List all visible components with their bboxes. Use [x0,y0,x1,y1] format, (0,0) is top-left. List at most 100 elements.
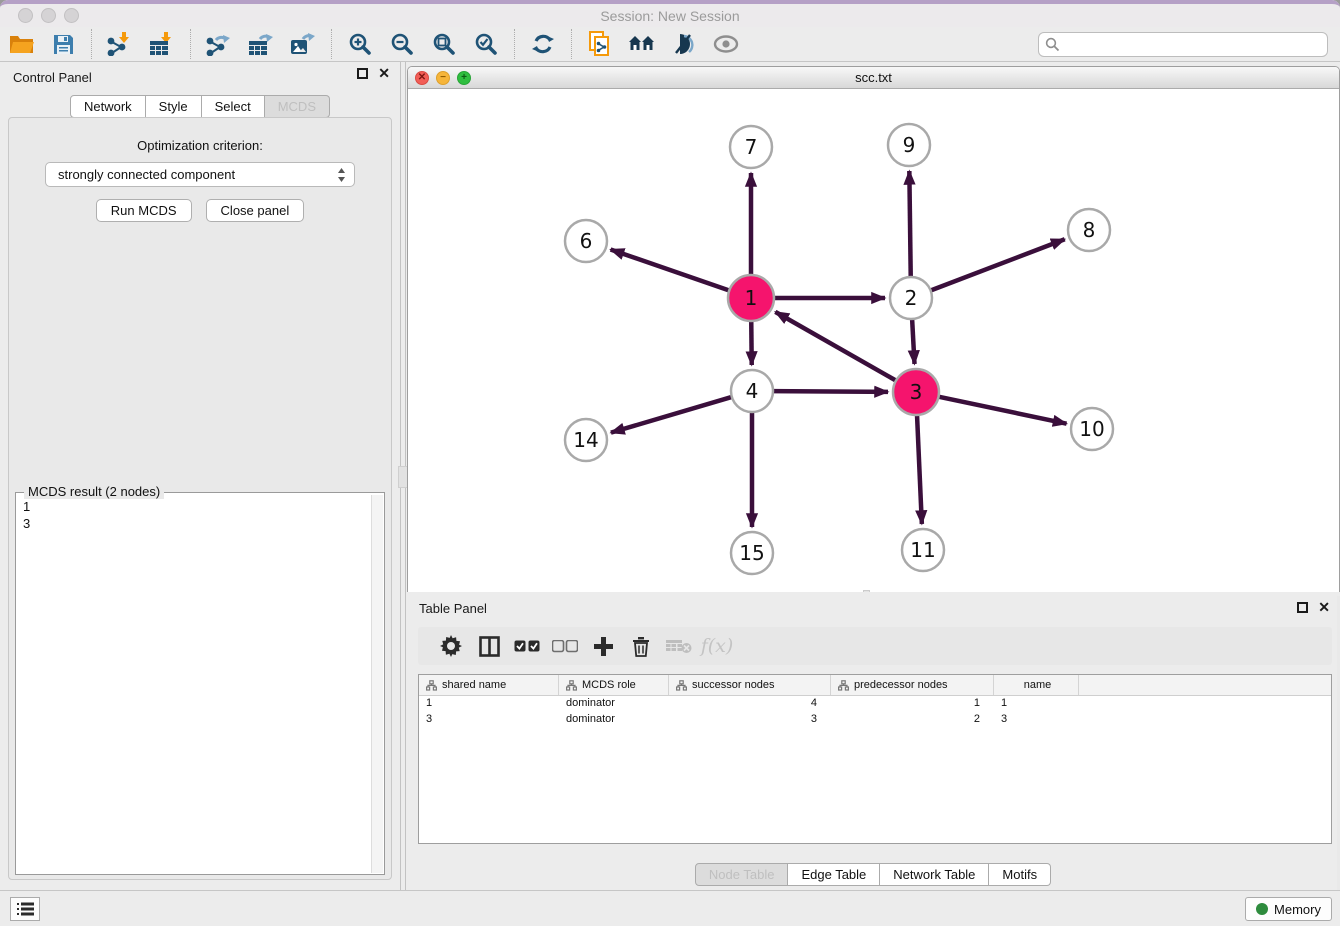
tab-network[interactable]: Network [70,95,146,118]
toggle-graphics-details-icon[interactable] [667,29,701,59]
column-header-predecessor-nodes[interactable]: predecessor nodes [831,675,994,695]
export-image-icon[interactable] [286,29,320,59]
network-titlebar: ✕ − + scc.txt [408,67,1339,89]
edge-3-1[interactable] [775,312,896,381]
close-panel-button[interactable]: Close panel [206,199,305,222]
float-table-panel-icon[interactable] [1297,602,1308,613]
tab-style[interactable]: Style [146,95,202,118]
application-window: Session: New Session [0,0,1340,926]
import-table-icon[interactable] [145,29,179,59]
memory-status-icon [1256,903,1268,915]
table-cell[interactable]: 2 [831,712,994,728]
table-cell[interactable]: 1 [831,696,994,712]
open-file-icon[interactable] [4,29,38,59]
node-3[interactable]: 3 [893,369,939,415]
tab-select[interactable]: Select [202,95,265,118]
table-cell[interactable]: dominator [559,712,669,728]
create-column-icon[interactable] [584,631,622,661]
table-cell[interactable]: dominator [559,696,669,712]
mcds-result-list[interactable]: 13 [17,495,370,873]
svg-text:15: 15 [739,541,764,565]
save-session-icon[interactable] [46,29,80,59]
task-history-button[interactable] [10,897,40,921]
column-header-shared-name[interactable]: shared name [419,675,559,695]
toolbar-separator [571,29,572,59]
node-11[interactable]: 11 [902,529,944,571]
edge-1-6[interactable] [611,249,730,290]
table-row[interactable]: 1dominator411 [419,696,1331,712]
clone-network-icon[interactable] [583,29,617,59]
zoom-selected-icon[interactable] [469,29,503,59]
control-panel: Control Panel ✕ NetworkStyleSelectMCDS O… [0,62,400,890]
table-cell[interactable]: 1 [994,696,1079,712]
node-14[interactable]: 14 [565,419,607,461]
edge-2-8[interactable] [931,239,1065,290]
edge-4-14[interactable] [611,397,732,433]
node-4[interactable]: 4 [731,370,773,412]
node-6[interactable]: 6 [565,220,607,262]
edge-2-3[interactable] [912,319,914,364]
memory-button[interactable]: Memory [1245,897,1332,921]
svg-text:3: 3 [910,380,923,404]
node-7[interactable]: 7 [730,126,772,168]
preferred-layout-icon[interactable] [625,29,659,59]
node-8[interactable]: 8 [1068,209,1110,251]
column-settings-icon[interactable] [432,631,470,661]
close-table-panel-icon[interactable]: ✕ [1318,602,1330,613]
svg-text:8: 8 [1083,218,1096,242]
session-title: Session: New Session [0,8,1340,24]
network-canvas[interactable]: 7 9 6 8 1 2 4 3 14 10 15 11 [408,89,1339,596]
criterion-select[interactable]: strongly connected component [45,162,355,187]
table-row[interactable]: 3dominator323 [419,712,1331,728]
column-header-successor-nodes[interactable]: successor nodes [669,675,831,695]
node-9[interactable]: 9 [888,124,930,166]
search-input[interactable] [1038,32,1328,57]
deselect-all-columns-icon[interactable] [546,631,584,661]
refresh-view-icon[interactable] [526,29,560,59]
select-all-columns-icon[interactable] [508,631,546,661]
edge-4-3[interactable] [773,391,888,392]
node-15[interactable]: 15 [731,532,773,574]
table-cell[interactable]: 3 [994,712,1079,728]
float-panel-icon[interactable] [357,68,368,79]
node-1[interactable]: 1 [728,275,774,321]
tab-node-table[interactable]: Node Table [695,863,789,886]
result-scrollbar[interactable] [371,495,383,873]
toggle-panel-columns-icon[interactable] [470,631,508,661]
table-cell[interactable]: 4 [669,696,831,712]
table-tabs: Node TableEdge TableNetwork TableMotifs [406,863,1340,886]
table-panel-header: Table Panel ✕ [406,596,1340,620]
main-toolbar [0,27,1340,62]
export-table-icon[interactable] [244,29,278,59]
table-cell[interactable]: 3 [669,712,831,728]
export-network-icon[interactable] [202,29,236,59]
delete-columns-icon[interactable] [622,631,660,661]
close-panel-icon[interactable]: ✕ [378,68,390,79]
table-cell[interactable]: 1 [419,696,559,712]
optimization-label: Optimization criterion: [9,138,391,153]
edge-2-9[interactable] [909,171,910,277]
search-field [1038,32,1328,57]
edge-3-11[interactable] [917,415,922,524]
zoom-out-icon[interactable] [385,29,419,59]
run-mcds-button[interactable]: Run MCDS [96,199,192,222]
import-network-icon[interactable] [103,29,137,59]
column-header-MCDS-role[interactable]: MCDS role [559,675,669,695]
zoom-fit-content-icon[interactable] [427,29,461,59]
tab-motifs[interactable]: Motifs [989,863,1051,886]
toolbar-separator [331,29,332,59]
network-graph[interactable]: 7 9 6 8 1 2 4 3 14 10 15 11 [408,89,1340,596]
column-header-name[interactable]: name [994,675,1079,695]
tab-mcds[interactable]: MCDS [265,95,330,118]
svg-text:6: 6 [580,229,593,253]
svg-text:9: 9 [903,133,916,157]
tab-edge-table[interactable]: Edge Table [788,863,880,886]
show-hide-eye-icon[interactable] [709,29,743,59]
zoom-in-icon[interactable] [343,29,377,59]
node-2[interactable]: 2 [890,277,932,319]
table-cell[interactable]: 3 [419,712,559,728]
tab-network-table[interactable]: Network Table [880,863,989,886]
edge-3-10[interactable] [939,397,1067,424]
node-10[interactable]: 10 [1071,408,1113,450]
toolbar-separator [514,29,515,59]
